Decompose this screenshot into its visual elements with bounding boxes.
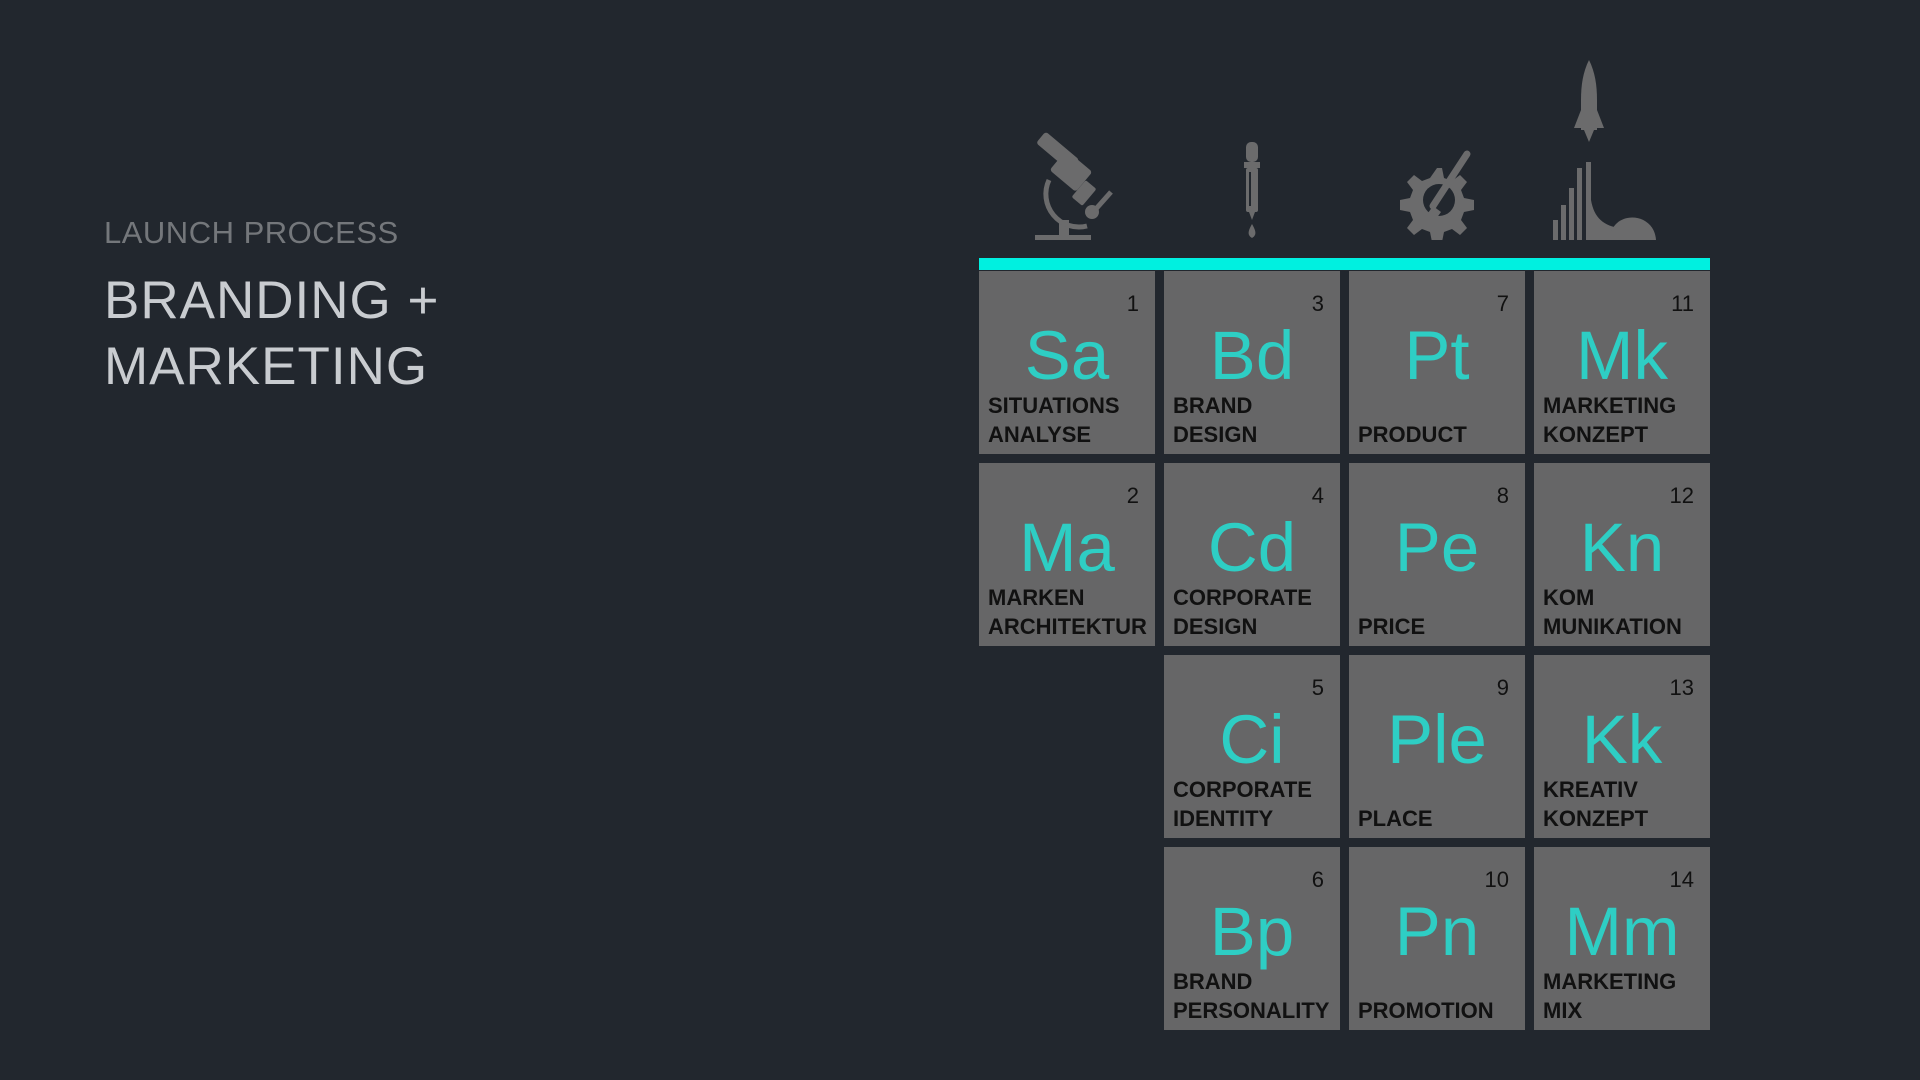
element-tile-ci: 5 Ci CORPORATE IDENTITY xyxy=(1164,655,1340,838)
element-tile-cd: 4 Cd CORPORATE DESIGN xyxy=(1164,463,1340,646)
element-number: 10 xyxy=(1484,867,1509,892)
header-block: LAUNCH PROCESS BRANDING + MARKETING xyxy=(104,210,704,400)
element-label-line-2: PROMOTION xyxy=(1358,998,1494,1023)
element-symbol: Cd xyxy=(1207,509,1297,586)
element-label-line-2: KONZEPT xyxy=(1543,422,1649,447)
accent-bar xyxy=(979,258,1710,270)
page-title: BRANDING + MARKETING xyxy=(104,268,704,400)
element-label: MARKETING MIX xyxy=(1543,967,1706,1025)
element-tile-pt: 7 Pt PRODUCT xyxy=(1349,271,1525,454)
element-tile-ple: 9 Ple PLACE xyxy=(1349,655,1525,838)
element-tile-bp: 6 Bp BRAND PERSONALITY xyxy=(1164,847,1340,1030)
element-tile-kn: 12 Kn KOM MUNIKATION xyxy=(1534,463,1710,646)
element-number: 14 xyxy=(1669,867,1694,892)
element-label-line-1: CORPORATE xyxy=(1173,585,1312,610)
element-number: 6 xyxy=(1311,867,1324,892)
element-label: CORPORATE IDENTITY xyxy=(1173,775,1336,833)
element-label: KREATIV KONZEPT xyxy=(1543,775,1706,833)
element-symbol: Mm xyxy=(1564,893,1680,970)
element-label-line-2: ARCHITEKTUR xyxy=(988,614,1147,639)
element-label: BRAND DESIGN xyxy=(1173,391,1336,449)
element-label: SITUATIONS ANALYSE xyxy=(988,391,1151,449)
element-label: MARKEN ARCHITEKTUR xyxy=(988,583,1151,641)
subtitle: LAUNCH PROCESS xyxy=(104,215,399,250)
element-label-line-2: IDENTITY xyxy=(1173,806,1274,831)
element-label-line-2: DESIGN xyxy=(1173,422,1258,447)
element-label-line-2: MUNIKATION xyxy=(1543,614,1682,639)
element-label-line-1: MARKETING xyxy=(1543,969,1677,994)
element-tile-mk: 11 Mk MARKETING KONZEPT xyxy=(1534,271,1710,454)
gear-brush-icon xyxy=(1349,50,1525,240)
element-number: 9 xyxy=(1496,675,1509,700)
element-label: KOM MUNIKATION xyxy=(1543,583,1706,641)
element-tile-sa: 1 Sa SITUATIONS ANALYSE xyxy=(979,271,1155,454)
element-number: 8 xyxy=(1496,483,1509,508)
icons-row xyxy=(979,50,1710,240)
element-number: 13 xyxy=(1669,675,1694,700)
element-number: 1 xyxy=(1126,291,1139,316)
element-symbol: Ma xyxy=(1019,509,1115,586)
element-tile-kk: 13 Kk KREATIV KONZEPT xyxy=(1534,655,1710,838)
element-symbol: Ple xyxy=(1387,701,1487,778)
element-tile-ma: 2 Ma MARKEN ARCHITEKTUR xyxy=(979,463,1155,646)
element-number: 12 xyxy=(1669,483,1694,508)
element-label-line-1: KREATIV xyxy=(1543,777,1638,802)
element-number: 11 xyxy=(1671,291,1694,316)
pipette-icon xyxy=(1164,50,1340,240)
element-label-line-2: MIX xyxy=(1543,998,1583,1023)
element-label-line-1: MARKETING xyxy=(1543,393,1677,418)
element-label-line-2: PRICE xyxy=(1358,614,1426,639)
element-number: 3 xyxy=(1311,291,1324,316)
element-label-line-2: DESIGN xyxy=(1173,614,1258,639)
element-label: MARKETING KONZEPT xyxy=(1543,391,1706,449)
periodic-grid: 1 Sa SITUATIONS ANALYSE 2 Ma MARKEN ARCHITEKTUR… xyxy=(979,271,1710,1033)
element-tile-pe: 8 Pe PRICE xyxy=(1349,463,1525,646)
element-tile-bd: 3 Bd BRAND DESIGN xyxy=(1164,271,1340,454)
element-number: 2 xyxy=(1126,483,1139,508)
element-tile-pn: 10 Pn PROMOTION xyxy=(1349,847,1525,1030)
element-label-line-1: MARKEN xyxy=(988,585,1085,610)
element-symbol: Mk xyxy=(1576,317,1668,394)
element-label-line-2: PERSONALITY xyxy=(1173,998,1330,1023)
element-label-line-2: KONZEPT xyxy=(1543,806,1649,831)
element-symbol: Kn xyxy=(1579,509,1665,586)
element-label: BRAND PERSONALITY xyxy=(1173,967,1336,1025)
element-label-line-1: BRAND xyxy=(1173,393,1253,418)
rocket-launch-icon xyxy=(1534,50,1710,240)
element-symbol: Pt xyxy=(1404,317,1470,394)
element-label: CORPORATE DESIGN xyxy=(1173,583,1336,641)
element-label: PRICE xyxy=(1358,612,1521,641)
element-number: 7 xyxy=(1496,291,1509,316)
element-label-line-2: ANALYSE xyxy=(988,422,1092,447)
slide: LAUNCH PROCESS BRANDING + MARKETING 1 Sa… xyxy=(0,0,1920,1080)
element-label: PRODUCT xyxy=(1358,420,1521,449)
element-label-line-2: PRODUCT xyxy=(1358,422,1467,447)
element-tile-mm: 14 Mm MARKETING MIX xyxy=(1534,847,1710,1030)
microscope-icon xyxy=(979,50,1155,240)
element-symbol: Sa xyxy=(1024,317,1110,394)
element-label-line-1: SITUATIONS xyxy=(988,393,1120,418)
element-symbol: Bd xyxy=(1209,317,1295,394)
element-symbol: Bp xyxy=(1209,893,1295,970)
element-number: 5 xyxy=(1311,675,1324,700)
element-symbol: Pe xyxy=(1394,509,1480,586)
element-symbol: Ci xyxy=(1219,701,1285,778)
title-line-1: BRANDING + xyxy=(104,271,440,330)
element-label-line-1: KOM xyxy=(1543,585,1595,610)
element-label-line-1: BRAND xyxy=(1173,969,1253,994)
element-label-line-1: CORPORATE xyxy=(1173,777,1312,802)
title-line-2: MARKETING xyxy=(104,337,429,396)
element-number: 4 xyxy=(1311,483,1324,508)
element-label: PROMOTION xyxy=(1358,996,1521,1025)
element-symbol: Pn xyxy=(1394,893,1480,970)
element-symbol: Kk xyxy=(1581,701,1663,778)
element-label-line-2: PLACE xyxy=(1358,806,1433,831)
element-label: PLACE xyxy=(1358,804,1521,833)
